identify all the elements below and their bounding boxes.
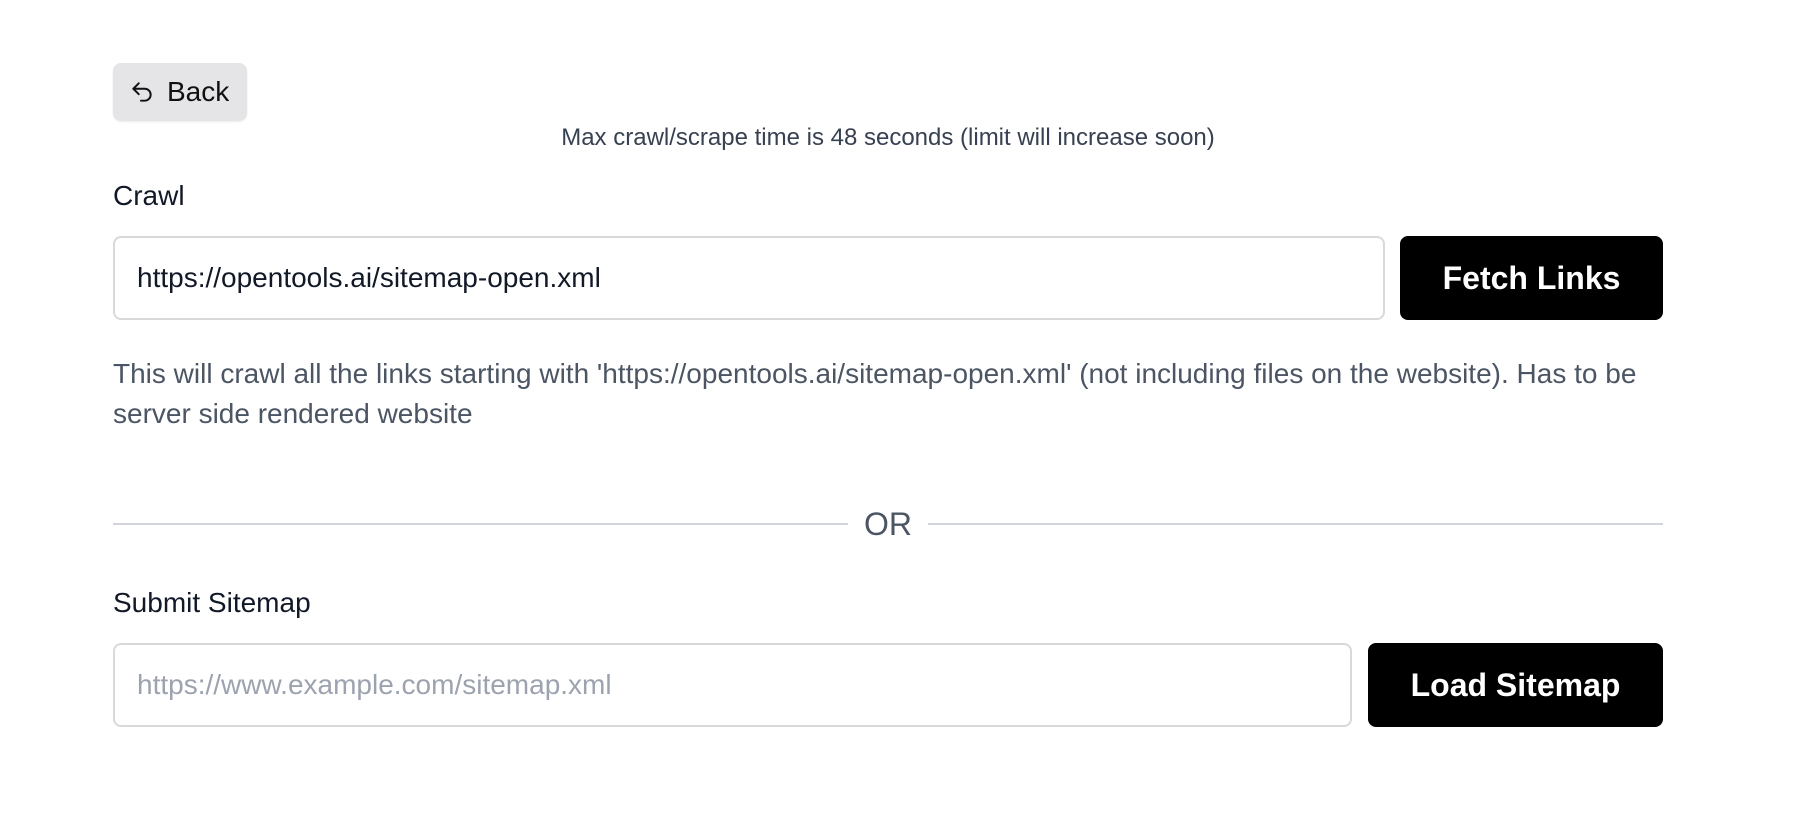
- or-divider: OR: [113, 500, 1663, 548]
- divider-line-right: [928, 523, 1663, 525]
- time-limit-notice: Max crawl/scrape time is 48 seconds (lim…: [561, 124, 1215, 151]
- crawl-url-input[interactable]: [113, 236, 1385, 320]
- crawl-label: Crawl: [113, 180, 185, 211]
- load-sitemap-button[interactable]: Load Sitemap: [1368, 643, 1663, 727]
- crawl-helper-text: This will crawl all the links starting w…: [113, 358, 1637, 429]
- back-button[interactable]: Back: [113, 63, 248, 121]
- divider-text: OR: [864, 505, 912, 542]
- undo-arrow-icon: [129, 79, 155, 105]
- fetch-links-button[interactable]: Fetch Links: [1400, 236, 1663, 320]
- divider-line-left: [113, 523, 848, 525]
- submit-sitemap-label: Submit Sitemap: [113, 587, 311, 618]
- sitemap-url-input[interactable]: [113, 643, 1352, 727]
- back-button-label: Back: [167, 76, 230, 107]
